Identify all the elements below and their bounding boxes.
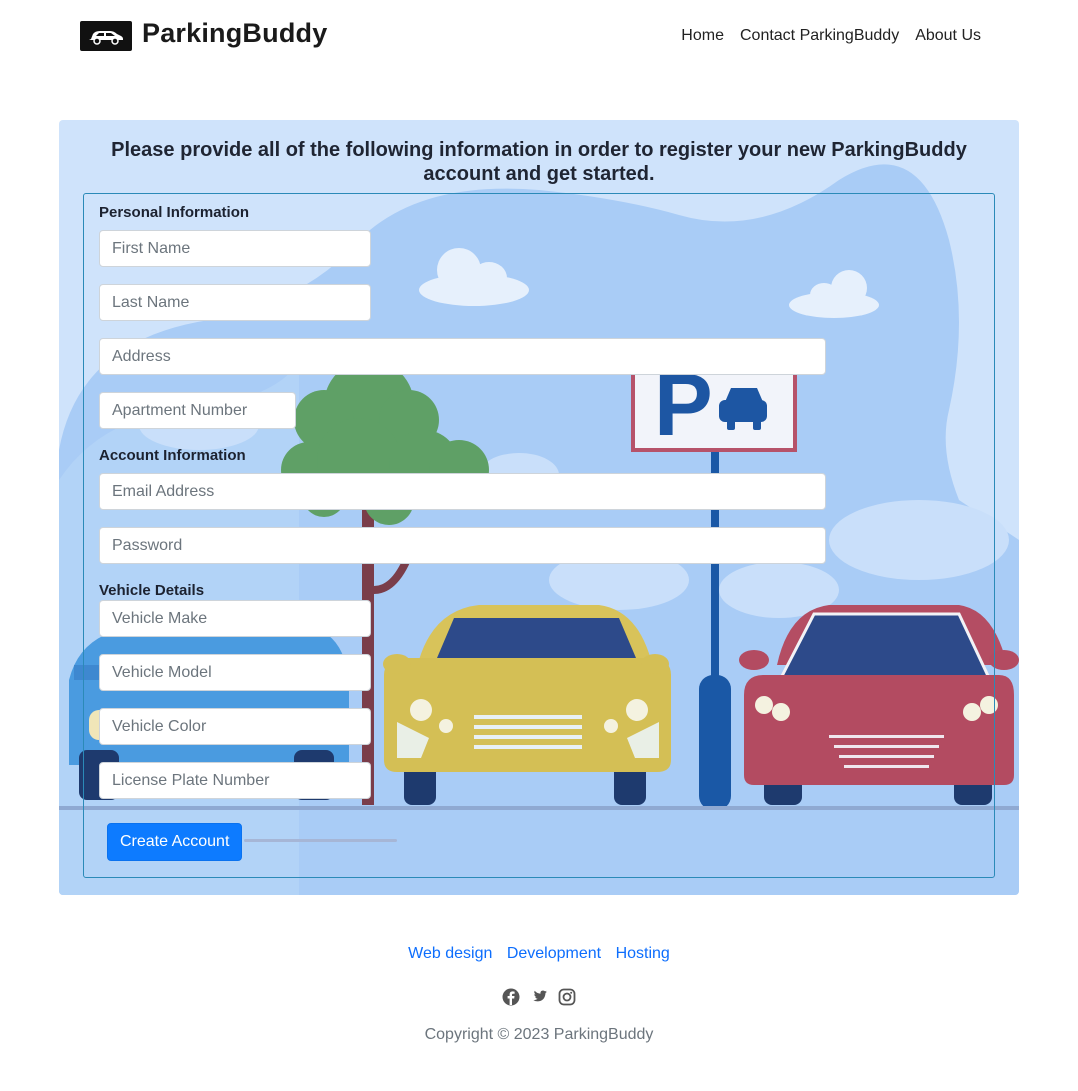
main-nav: Home Contact ParkingBuddy About Us <box>665 27 981 45</box>
facebook-icon[interactable] <box>502 988 520 1006</box>
nav-about[interactable]: About Us <box>915 27 981 45</box>
nav-home[interactable]: Home <box>681 27 724 45</box>
car-icon <box>89 31 123 45</box>
form-underline <box>244 839 397 842</box>
footer-link-web-design[interactable]: Web design <box>408 945 492 962</box>
vehicle-make-input[interactable] <box>99 600 371 637</box>
copyright: Copyright © 2023 ParkingBuddy <box>424 1026 654 1043</box>
section-title-account: Account Information <box>99 447 246 464</box>
address-input[interactable] <box>99 338 826 375</box>
email-field[interactable] <box>99 473 826 510</box>
footer-links: Web design Development Hosting <box>0 945 1078 963</box>
license-plate-input[interactable] <box>99 762 371 799</box>
twitter-icon[interactable] <box>530 988 548 1006</box>
registration-panel: P Please provide all of the following in… <box>59 120 1019 895</box>
section-title-vehicle: Vehicle Details <box>99 582 205 599</box>
registration-form: Personal Information Account Information… <box>83 193 995 878</box>
apartment-number-input[interactable] <box>99 392 296 429</box>
first-name-input[interactable] <box>99 230 371 267</box>
brand-name[interactable]: ParkingBuddy <box>142 18 327 49</box>
instagram-icon[interactable] <box>558 988 576 1006</box>
create-account-button[interactable]: Create Account <box>107 823 243 861</box>
footer-link-hosting[interactable]: Hosting <box>616 945 670 962</box>
social-icons <box>0 988 1078 1006</box>
footer-link-development[interactable]: Development <box>507 945 601 962</box>
nav-contact[interactable]: Contact ParkingBuddy <box>740 27 899 45</box>
site-header: ParkingBuddy Home Contact ParkingBuddy A… <box>0 0 1078 72</box>
form-intro: Please provide all of the following info… <box>111 139 967 185</box>
password-field[interactable] <box>99 527 826 564</box>
logo[interactable] <box>80 21 132 51</box>
vehicle-color-input[interactable] <box>99 708 371 745</box>
vehicle-model-input[interactable] <box>99 654 371 691</box>
last-name-input[interactable] <box>99 284 371 321</box>
section-title-personal: Personal Information <box>99 204 250 221</box>
